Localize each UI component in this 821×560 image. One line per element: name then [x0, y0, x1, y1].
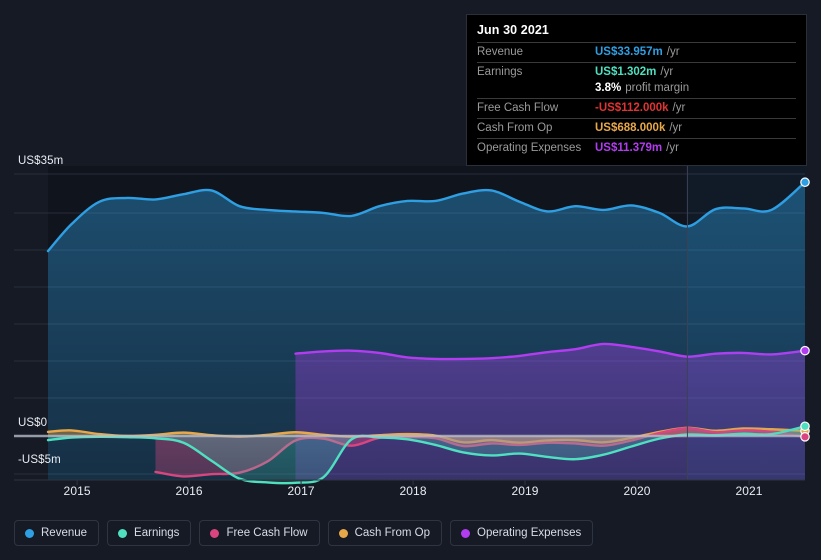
legend-color-dot-icon — [118, 528, 128, 538]
tooltip-date: Jun 30 2021 — [477, 23, 549, 37]
legend-color-dot-icon — [210, 528, 220, 538]
endpoint-dot-free-cash-flow[interactable] — [800, 432, 810, 442]
tooltip-row-value: 3.8% profit margin — [595, 82, 690, 94]
tooltip-row-value: US$688.000k/yr — [595, 122, 683, 134]
tooltip-row-label: Earnings — [477, 66, 523, 78]
legend-item-label: Operating Expenses — [477, 527, 582, 539]
legend-item-cash-from-op[interactable]: Cash From Op — [327, 520, 443, 546]
tooltip-row-unit: /yr — [672, 102, 686, 114]
data-tooltip: Jun 30 2021 Revenue US$33.957m/yr Earnings… — [466, 14, 807, 166]
legend-item-earnings[interactable]: Earnings — [107, 520, 192, 546]
endpoint-dot-operating-expenses[interactable] — [800, 345, 810, 356]
legend-color-dot-icon — [25, 528, 34, 538]
legend-item-revenue[interactable]: Revenue — [14, 520, 100, 546]
tooltip-row-value: US$11.379m/yr — [595, 142, 679, 154]
tooltip-row-unit: /yr — [666, 142, 679, 154]
tooltip-row: Operating Expenses US$11.379m/yr — [477, 138, 796, 158]
tooltip-row: Free Cash Flow -US$112.000k/yr — [477, 98, 796, 118]
legend-item-label: Earnings — [134, 527, 180, 539]
tooltip-rows: Revenue US$33.957m/yr Earnings US$1.302m/yr… — [477, 42, 796, 158]
legend-item-free-cash-flow[interactable]: Free Cash Flow — [199, 520, 320, 546]
tooltip-row-unit: /yr — [660, 66, 674, 78]
tooltip-row-label: Operating Expenses — [477, 142, 582, 154]
legend-item-label: Cash From Op — [354, 527, 431, 539]
legend-item-label: Free Cash Flow — [226, 527, 308, 539]
tooltip-row-value: US$1.302m/yr — [595, 66, 674, 78]
tooltip-row-unit: profit margin — [625, 82, 690, 94]
legend-color-dot-icon — [461, 528, 471, 538]
endpoint-dot-earnings[interactable] — [800, 421, 810, 432]
tooltip-row-value: -US$112.000k/yr — [595, 102, 686, 114]
tooltip-row: Revenue US$33.957m/yr — [477, 42, 796, 62]
legend-item-operating-expenses[interactable]: Operating Expenses — [450, 520, 594, 546]
tooltip-row-unit: /yr — [669, 122, 683, 134]
chart-legend[interactable]: Revenue Earnings Free Cash Flow Cash From O… — [14, 520, 594, 546]
tooltip-row: Cash From Op US$688.000k/yr — [477, 118, 796, 138]
tooltip-row-label: Free Cash Flow — [477, 102, 559, 114]
endpoint-dot-revenue[interactable] — [800, 177, 810, 188]
tooltip-row: 3.8% profit margin — [477, 82, 796, 98]
chart-page: US$35m US$0 -US$5m 2015 2016 2017 2018 2019 2… — [0, 0, 821, 560]
legend-color-dot-icon — [338, 528, 348, 538]
tooltip-row-label: Revenue — [477, 46, 524, 58]
tooltip-row-label: Cash From Op — [477, 122, 553, 134]
legend-item-label: Revenue — [41, 527, 88, 539]
tooltip-row: Earnings US$1.302m/yr — [477, 62, 796, 82]
tooltip-row-value: US$33.957m/yr — [595, 46, 680, 58]
tooltip-row-unit: /yr — [666, 46, 680, 58]
